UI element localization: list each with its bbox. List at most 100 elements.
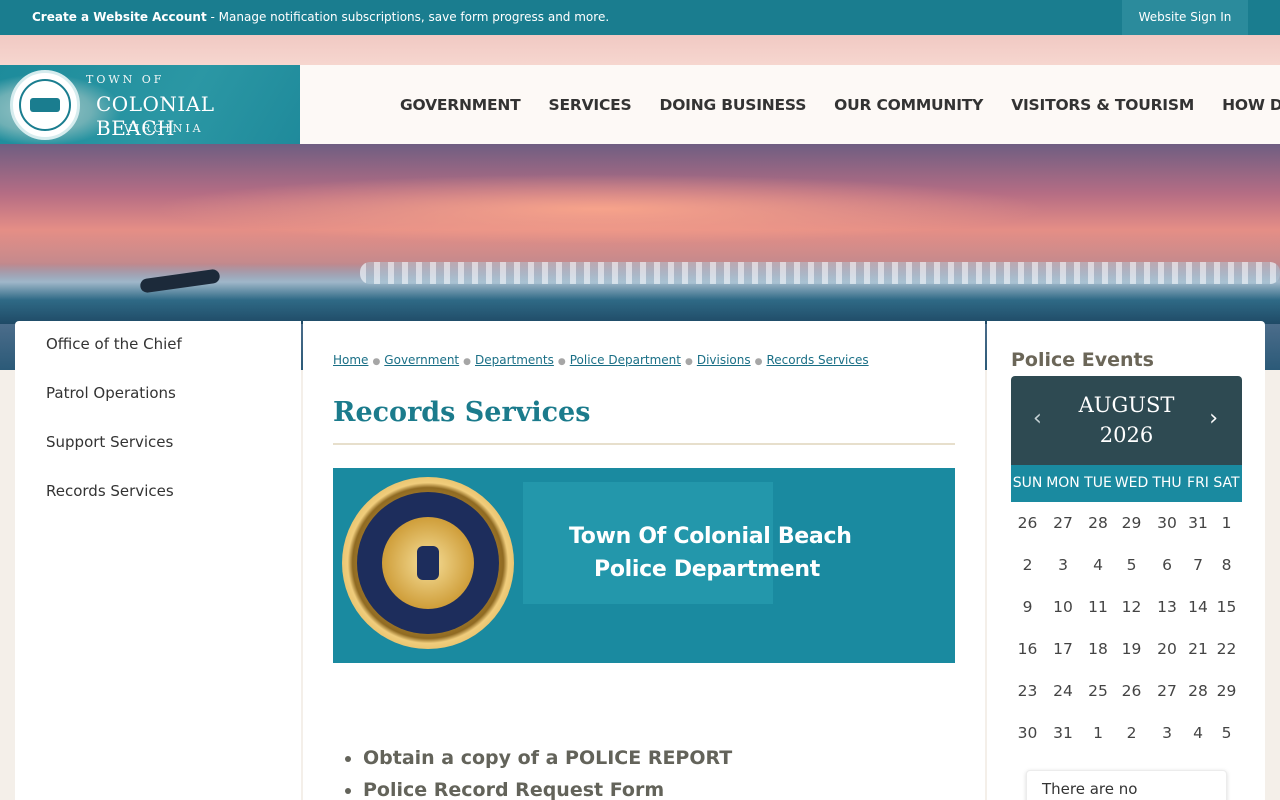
calendar-day[interactable]: 8 (1211, 544, 1242, 586)
link-police-report[interactable]: Obtain a copy of a POLICE REPORT (363, 747, 732, 769)
breadcrumb-divisions[interactable]: Divisions (697, 353, 751, 367)
calendar-weekdays: SUN MON TUE WED THU FRI SAT (1011, 465, 1242, 502)
page-title: Records Services (333, 397, 591, 428)
calendar-day[interactable]: 6 (1149, 544, 1185, 586)
breadcrumb: Home ● Government ● Departments ● Police Depar… (333, 353, 869, 367)
link-police-record-request-form[interactable]: Police Record Request Form (363, 779, 732, 800)
calendar-day[interactable]: 10 (1044, 586, 1082, 628)
calendar-day[interactable]: 1 (1082, 712, 1114, 754)
weekday-label: TUE (1084, 475, 1112, 491)
chevron-right-icon[interactable]: › (1209, 406, 1218, 431)
calendar-day[interactable]: 25 (1082, 670, 1114, 712)
calendar-day[interactable]: 29 (1114, 502, 1149, 544)
calendar-header: ‹ AUGUST 2026 › (1011, 376, 1242, 465)
calendar-day[interactable]: 2 (1114, 712, 1149, 754)
events-calendar: ‹ AUGUST 2026 › SUN MON TUE WED THU FRI … (1011, 376, 1242, 754)
breadcrumb-home[interactable]: Home (333, 353, 368, 367)
police-department-banner: Town Of Colonial Beach Police Department (333, 468, 955, 663)
calendar-day[interactable]: 2 (1011, 544, 1044, 586)
main-nav: GOVERNMENT SERVICES DOING BUSINESS OUR C… (386, 65, 1280, 144)
site-header: TOWN OF COLONIAL BEACH VIRGINIA GOVERNME… (0, 65, 1280, 144)
calendar-year: 2026 (1099, 423, 1154, 447)
calendar-month-year: AUGUST 2026 (1011, 390, 1242, 450)
no-events-message: There are no (1026, 770, 1227, 800)
breadcrumb-departments[interactable]: Departments (475, 353, 554, 367)
calendar-day[interactable]: 26 (1114, 670, 1149, 712)
records-links: Obtain a copy of a POLICE REPORT Police … (363, 747, 732, 800)
sidebar-item-support-services[interactable]: Support Services (15, 431, 301, 480)
breadcrumb-government[interactable]: Government (384, 353, 459, 367)
calendar-day[interactable]: 7 (1185, 544, 1211, 586)
weekday-label: SUN (1012, 475, 1043, 491)
breadcrumb-police-department[interactable]: Police Department (570, 353, 681, 367)
breadcrumb-records-services[interactable]: Records Services (766, 353, 868, 367)
calendar-day[interactable]: 11 (1082, 586, 1114, 628)
title-divider (333, 443, 955, 445)
calendar-day[interactable]: 18 (1082, 628, 1114, 670)
nav-visitors-tourism[interactable]: VISITORS & TOURISM (997, 96, 1208, 114)
calendar-day[interactable]: 28 (1082, 502, 1114, 544)
calendar-day[interactable]: 4 (1185, 712, 1211, 754)
calendar-day[interactable]: 13 (1149, 586, 1185, 628)
weekday-label: MON (1046, 475, 1080, 491)
account-message: Create a Website Account - Manage notifi… (32, 10, 609, 24)
calendar-day[interactable]: 22 (1211, 628, 1242, 670)
nav-how-do-i[interactable]: HOW DO I... (1208, 96, 1280, 114)
weekday-label: FRI (1187, 475, 1209, 491)
calendar-day[interactable]: 21 (1185, 628, 1211, 670)
banner-line-2: Police Department (594, 557, 821, 582)
events-sidebar: Police Events ‹ AUGUST 2026 › SUN MON TU… (987, 321, 1265, 800)
calendar-day[interactable]: 30 (1149, 502, 1185, 544)
calendar-day[interactable]: 17 (1044, 628, 1082, 670)
calendar-day[interactable]: 4 (1082, 544, 1114, 586)
calendar-day[interactable]: 28 (1185, 670, 1211, 712)
events-title: Police Events (1011, 349, 1154, 371)
logo-state: VIRGINIA (124, 122, 204, 135)
notification-bar: Create a Website Account - Manage notifi… (0, 0, 1280, 35)
calendar-day[interactable]: 3 (1044, 544, 1082, 586)
calendar-day[interactable]: 5 (1211, 712, 1242, 754)
logo-town-of: TOWN OF (86, 73, 165, 86)
calendar-day[interactable]: 16 (1011, 628, 1044, 670)
banner-line-1: Town Of Colonial Beach (569, 524, 852, 549)
calendar-day[interactable]: 14 (1185, 586, 1211, 628)
main-content: Home ● Government ● Departments ● Police Depar… (303, 321, 985, 800)
calendar-day[interactable]: 20 (1149, 628, 1185, 670)
calendar-day[interactable]: 23 (1011, 670, 1044, 712)
calendar-day[interactable]: 31 (1185, 502, 1211, 544)
site-logo[interactable]: TOWN OF COLONIAL BEACH VIRGINIA (0, 65, 300, 144)
weekday-label: WED (1114, 475, 1149, 491)
calendar-day[interactable]: 9 (1011, 586, 1044, 628)
police-badge-icon (342, 477, 514, 649)
create-account-link[interactable]: Create a Website Account (32, 10, 207, 24)
calendar-day[interactable]: 5 (1114, 544, 1149, 586)
calendar-day[interactable]: 27 (1044, 502, 1082, 544)
calendar-day[interactable]: 31 (1044, 712, 1082, 754)
calendar-day[interactable]: 27 (1149, 670, 1185, 712)
sidebar-item-office-of-the-chief[interactable]: Office of the Chief (15, 333, 301, 382)
decorative-band (0, 35, 1280, 65)
sidebar-item-patrol-operations[interactable]: Patrol Operations (15, 382, 301, 431)
nav-government[interactable]: GOVERNMENT (386, 96, 535, 114)
calendar-day[interactable]: 3 (1149, 712, 1185, 754)
calendar-day[interactable]: 1 (1211, 502, 1242, 544)
account-description: - Manage notification subscriptions, sav… (206, 10, 610, 24)
town-seal-icon (10, 70, 80, 140)
calendar-month: AUGUST (1078, 393, 1175, 417)
calendar-day[interactable]: 12 (1114, 586, 1149, 628)
nav-services[interactable]: SERVICES (535, 96, 646, 114)
website-sign-in-button[interactable]: Website Sign In (1122, 0, 1248, 35)
calendar-day[interactable]: 15 (1211, 586, 1242, 628)
calendar-day[interactable]: 30 (1011, 712, 1044, 754)
calendar-day[interactable]: 24 (1044, 670, 1082, 712)
section-sidebar: Office of the Chief Patrol Operations Su… (15, 321, 301, 800)
nav-doing-business[interactable]: DOING BUSINESS (646, 96, 821, 114)
sidebar-item-records-services[interactable]: Records Services (15, 480, 301, 529)
calendar-dates: 26 27 28 29 30 31 1 2 3 4 5 6 7 8 9 10 11 12 13 14 15 16 17 18 1… (1011, 502, 1242, 754)
weekday-label: THU (1152, 475, 1182, 491)
calendar-day[interactable]: 19 (1114, 628, 1149, 670)
weekday-label: SAT (1213, 475, 1240, 491)
nav-our-community[interactable]: OUR COMMUNITY (820, 96, 997, 114)
calendar-day[interactable]: 26 (1011, 502, 1044, 544)
calendar-day[interactable]: 29 (1211, 670, 1242, 712)
